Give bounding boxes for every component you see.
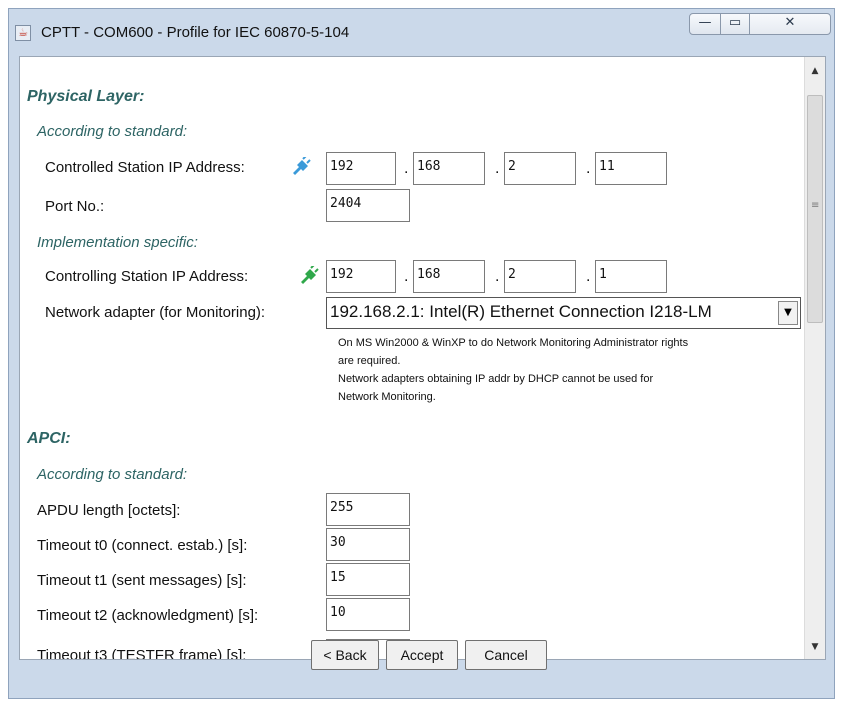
timeout-t0-field[interactable]: 30 xyxy=(326,528,410,561)
maximize-button[interactable]: ▭ xyxy=(720,13,750,35)
back-button[interactable]: < Back xyxy=(311,640,379,670)
close-button[interactable]: ✕ xyxy=(749,13,831,35)
window-title: CPTT - COM600 - Profile for IEC 60870-5-… xyxy=(41,24,350,41)
chevron-down-icon[interactable]: ▼ xyxy=(778,301,798,325)
controlled-ip-octet-2[interactable]: 168 xyxy=(413,152,485,185)
network-adapter-value: 192.168.2.1: Intel(R) Ethernet Connectio… xyxy=(330,302,712,321)
timeout-t1-field[interactable]: 15 xyxy=(326,563,410,596)
network-plug-icon xyxy=(293,157,311,175)
monitoring-note-line: are required. xyxy=(338,355,401,367)
controlling-ip-octet-3[interactable]: 2 xyxy=(504,260,576,293)
monitoring-note-line: Network adapters obtaining IP addr by DH… xyxy=(338,373,654,385)
controlled-ip-label: Controlled Station IP Address: xyxy=(45,159,245,176)
controlled-ip-octet-1[interactable]: 192 xyxy=(326,152,396,185)
timeout-t1-label: Timeout t1 (sent messages) [s]: xyxy=(37,572,247,589)
apdu-length-label: APDU length [octets]: xyxy=(37,502,181,519)
ip-separator: . xyxy=(586,160,591,177)
scroll-up-arrow-icon[interactable]: ▲ xyxy=(805,61,825,81)
timeout-t0-label: Timeout t0 (connect. estab.) [s]: xyxy=(37,537,248,554)
network-plug-icon xyxy=(301,266,319,284)
ip-separator: . xyxy=(495,160,500,177)
scroll-down-arrow-icon[interactable]: ▼ xyxy=(805,637,825,657)
vertical-scrollbar[interactable]: ▲ ≡ ▼ xyxy=(804,57,825,659)
apci-according-subheading: According to standard: xyxy=(37,466,188,483)
timeout-t2-field[interactable]: 10 xyxy=(326,598,410,631)
controlled-ip-octet-3[interactable]: 2 xyxy=(504,152,576,185)
controlling-ip-octet-1[interactable]: 192 xyxy=(326,260,396,293)
cancel-button[interactable]: Cancel xyxy=(465,640,547,670)
apci-heading: APCI: xyxy=(27,430,71,447)
physical-according-subheading: According to standard: xyxy=(37,123,188,140)
apdu-length-field[interactable]: 255 xyxy=(326,493,410,526)
ip-separator: . xyxy=(586,268,591,285)
java-app-icon: ☕ xyxy=(15,25,31,41)
controlling-ip-label: Controlling Station IP Address: xyxy=(45,268,249,285)
dialog-window: ☕ CPTT - COM600 - Profile for IEC 60870-… xyxy=(8,8,835,699)
scrollbar-thumb[interactable]: ≡ xyxy=(807,95,823,323)
monitoring-note-line: Network Monitoring. xyxy=(338,391,436,403)
ip-separator: . xyxy=(495,268,500,285)
network-adapter-select[interactable]: 192.168.2.1: Intel(R) Ethernet Connectio… xyxy=(326,297,801,329)
controlling-ip-octet-2[interactable]: 168 xyxy=(413,260,485,293)
timeout-t3-label: Timeout t3 (TESTFR frame) [s]: xyxy=(37,647,247,660)
timeout-t2-label: Timeout t2 (acknowledgment) [s]: xyxy=(37,607,259,624)
ip-separator: . xyxy=(404,160,409,177)
title-bar[interactable]: ☕ CPTT - COM600 - Profile for IEC 60870-… xyxy=(9,9,834,57)
minimize-button[interactable]: — xyxy=(689,13,721,35)
controlled-ip-octet-4[interactable]: 11 xyxy=(595,152,667,185)
grip-icon: ≡ xyxy=(811,200,820,211)
accept-button[interactable]: Accept xyxy=(386,640,458,670)
port-label: Port No.: xyxy=(45,198,105,215)
network-adapter-label: Network adapter (for Monitoring): xyxy=(45,304,266,321)
physical-layer-heading: Physical Layer: xyxy=(27,88,145,105)
profile-form-panel: Physical Layer: According to standard: C… xyxy=(19,56,826,660)
ip-separator: . xyxy=(404,268,409,285)
implementation-subheading: Implementation specific: xyxy=(37,234,198,251)
port-field[interactable]: 2404 xyxy=(326,189,410,222)
monitoring-note-line: On MS Win2000 & WinXP to do Network Moni… xyxy=(338,337,689,349)
controlling-ip-octet-4[interactable]: 1 xyxy=(595,260,667,293)
